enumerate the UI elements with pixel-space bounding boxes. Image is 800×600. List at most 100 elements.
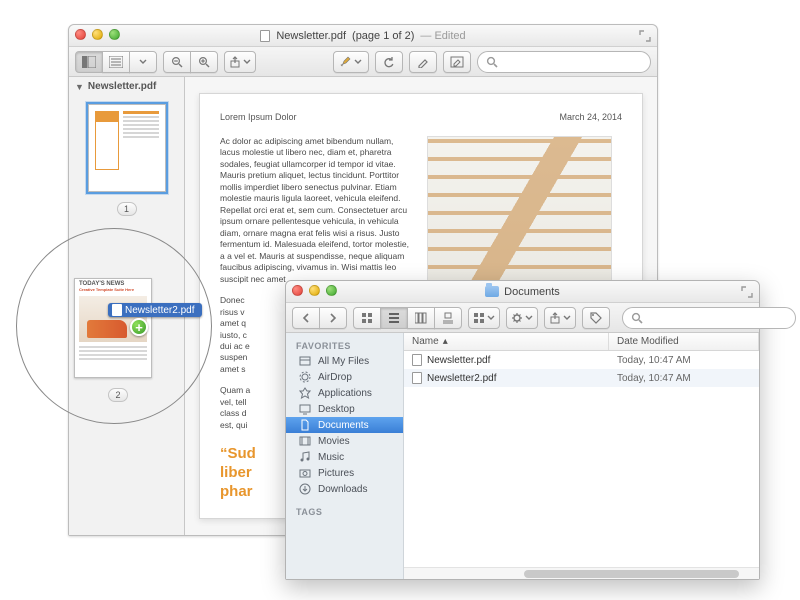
share-button[interactable] [224,51,256,73]
desktop-icon [298,403,312,415]
music-icon [298,451,312,463]
forward-button[interactable] [319,307,347,329]
disclosure-triangle-icon[interactable]: ▼ [75,82,84,92]
document-icon [112,304,122,316]
list-rows[interactable]: Newsletter.pdf Today, 10:47 AM Newslette… [404,351,759,567]
rotate-button[interactable] [375,51,403,73]
sidebar-item-airdrop[interactable]: AirDrop [286,369,403,385]
finder-title-text: Documents [504,286,560,298]
icon-view-button[interactable] [353,307,381,329]
applications-icon [298,387,312,399]
action-button[interactable] [506,307,538,329]
sidebar-item-music[interactable]: Music [286,449,403,465]
title-edited: — Edited [420,30,465,42]
finder-window: Documents [285,280,760,580]
minimize-icon[interactable] [92,29,103,40]
folder-icon [485,286,499,297]
finder-titlebar[interactable]: Documents [286,281,759,303]
view-content-button[interactable] [102,51,130,73]
coverflow-view-button[interactable] [434,307,462,329]
file-row[interactable]: Newsletter2.pdf Today, 10:47 AM [404,369,759,387]
window-controls [75,29,120,40]
sidebar-section-favorites: FAVORITES [286,337,403,353]
file-name: Newsletter.pdf [427,355,490,366]
column-header-name[interactable]: Name▴ [404,333,609,350]
markup-button[interactable] [409,51,437,73]
document-icon [412,372,422,384]
finder-title: Documents [485,286,560,298]
column-view-button[interactable] [407,307,435,329]
sidebar-section-tags: TAGS [286,503,403,519]
edit-toolbar-button[interactable] [443,51,471,73]
zoom-icon[interactable] [109,29,120,40]
fullscreen-icon[interactable] [639,30,651,42]
page-thumbnail-1-label: 1 [117,202,137,216]
document-icon [412,354,422,366]
close-icon[interactable] [292,285,303,296]
zoom-out-button[interactable] [163,51,191,73]
view-mode-segment [75,51,157,73]
finder-search[interactable] [622,307,796,329]
column-header-date[interactable]: Date Modified [609,333,759,350]
sidebar-item-movies[interactable]: Movies [286,433,403,449]
share-button[interactable] [544,307,576,329]
file-date: Today, 10:47 AM [609,355,759,366]
all-my-files-icon [298,355,312,367]
search-icon [486,56,498,68]
title-pageinfo: (page 1 of 2) [352,30,414,42]
zoom-icon[interactable] [326,285,337,296]
doc-paragraph-1: Ac dolor ac adipiscing amet bibendum nul… [220,136,413,285]
doc-header-right: March 24, 2014 [559,112,622,122]
preview-search[interactable] [477,51,651,73]
close-icon[interactable] [75,29,86,40]
sidebar-doc-header[interactable]: ▼ Newsletter.pdf [69,77,184,96]
list-header: Name▴ Date Modified [404,333,759,351]
minimize-icon[interactable] [309,285,320,296]
view-dropdown-button[interactable] [129,51,157,73]
sort-asc-icon: ▴ [443,336,448,347]
sidebar-item-documents[interactable]: Documents [286,417,403,433]
search-icon [631,312,643,324]
documents-icon [298,419,312,431]
preview-toolbar [69,47,657,77]
file-date: Today, 10:47 AM [609,373,759,384]
sidebar-item-downloads[interactable]: Downloads [286,481,403,497]
sidebar-item-pictures[interactable]: Pictures [286,465,403,481]
highlight-button[interactable] [333,51,369,73]
preview-titlebar[interactable]: Newsletter.pdf (page 1 of 2) — Edited [69,25,657,47]
page-thumbnail-1[interactable] [88,104,166,192]
file-list: Name▴ Date Modified Newsletter.pdf Today… [404,333,759,579]
drag-copy-plus-icon: + [130,318,148,336]
horizontal-scrollbar[interactable] [404,567,759,579]
preview-search-input[interactable] [502,56,642,68]
zoom-in-button[interactable] [190,51,218,73]
tags-button[interactable] [582,307,610,329]
zoom-segment [163,51,218,73]
movies-icon [298,435,312,447]
airdrop-icon [298,371,312,383]
finder-toolbar [286,303,759,333]
drag-filename: Newsletter2.pdf [125,305,194,316]
sidebar-item-all-my-files[interactable]: All My Files [286,353,403,369]
downloads-icon [298,483,312,495]
sidebar-item-desktop[interactable]: Desktop [286,401,403,417]
finder-search-input[interactable] [647,312,787,324]
window-title: Newsletter.pdf (page 1 of 2) — Edited [260,30,465,42]
doc-header-left: Lorem Ipsum Dolor [220,112,297,122]
sidebar-item-applications[interactable]: Applications [286,385,403,401]
nav-segment [292,307,347,329]
thumb2-sub: Creative Template Suite Here [79,287,147,292]
arrange-button[interactable] [468,307,500,329]
fullscreen-icon[interactable] [741,286,753,298]
document-icon [260,30,270,42]
list-view-button[interactable] [380,307,408,329]
pictures-icon [298,467,312,479]
drag-file-badge: Newsletter2.pdf [108,303,202,317]
page-thumbnail-2-label: 2 [108,388,128,402]
window-controls [292,285,337,296]
file-row[interactable]: Newsletter.pdf Today, 10:47 AM [404,351,759,369]
title-filename: Newsletter.pdf [276,30,346,42]
file-name: Newsletter2.pdf [427,373,496,384]
view-thumbnails-button[interactable] [75,51,103,73]
back-button[interactable] [292,307,320,329]
